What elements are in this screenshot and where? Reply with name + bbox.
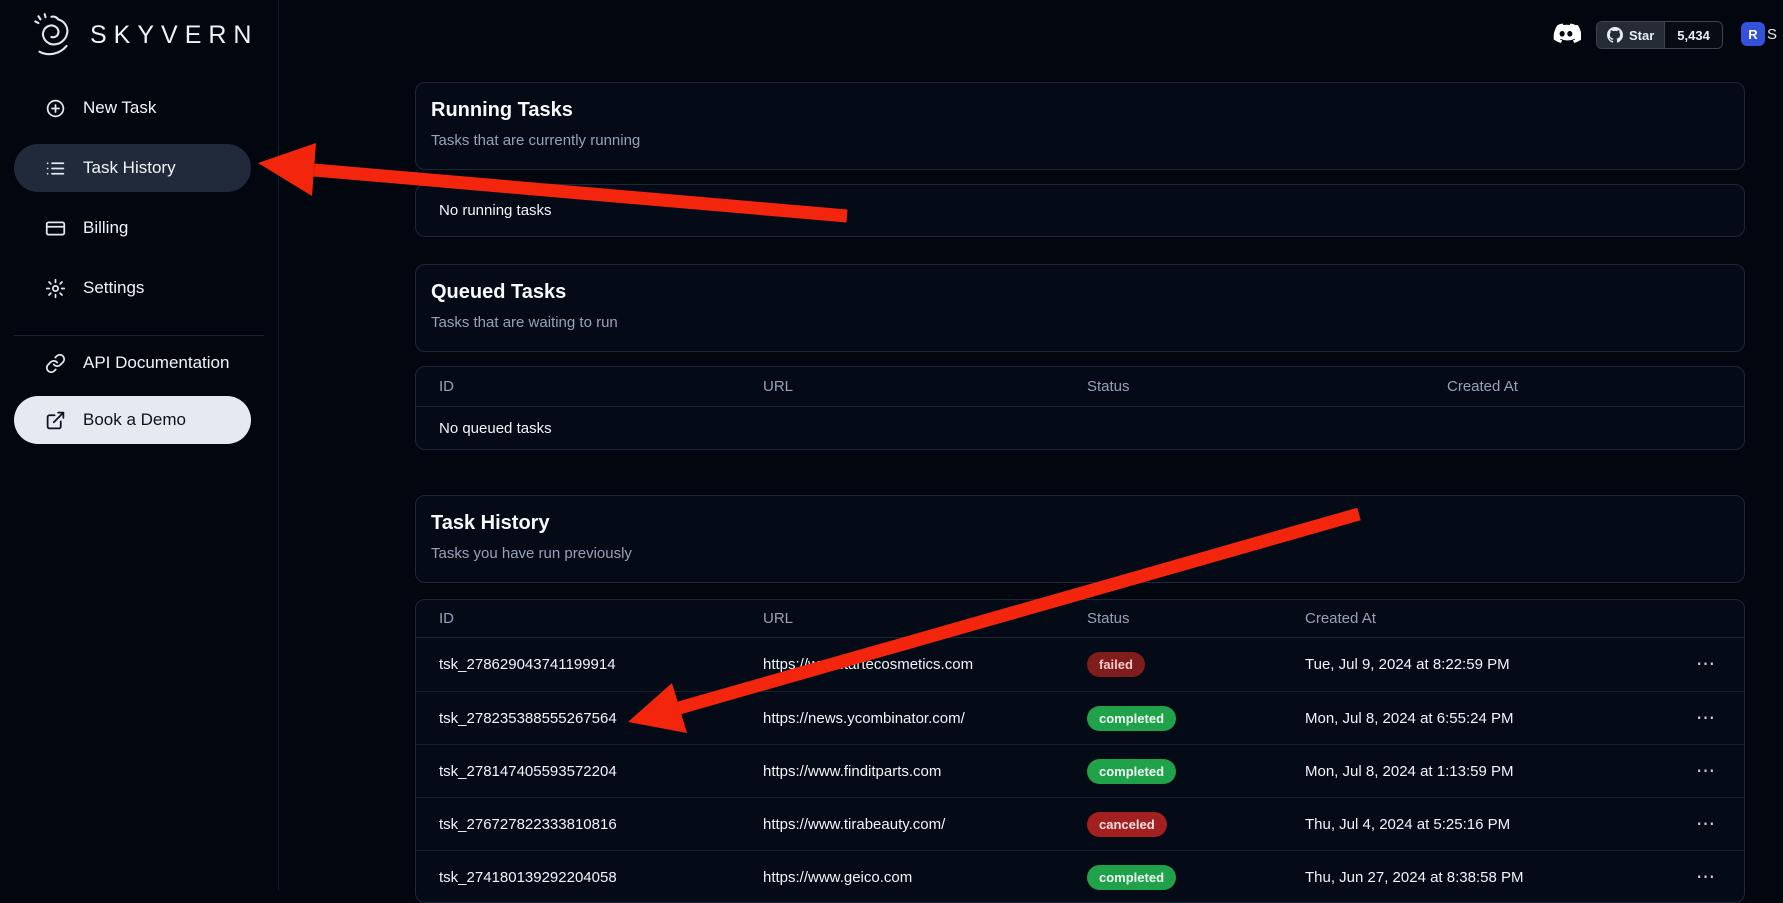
skyvern-dragon-icon	[28, 10, 78, 60]
plus-circle-icon	[45, 98, 66, 119]
skyvern-logo[interactable]: SKYVERN	[28, 10, 258, 60]
github-star-segment: Star	[1597, 22, 1664, 48]
task-created-at: Mon, Jul 8, 2024 at 6:55:24 PM	[1305, 710, 1661, 727]
discord-icon[interactable]	[1551, 20, 1581, 48]
queued-tasks-table-header: ID URL Status Created At	[416, 367, 1744, 407]
task-history-subtitle: Tasks you have run previously	[431, 545, 1729, 562]
row-actions-button[interactable]: ⋯	[1696, 762, 1716, 781]
task-id: tsk_278147405593572204	[439, 763, 763, 780]
task-url: https://www.geico.com	[763, 869, 1087, 886]
queued-tasks-title: Queued Tasks	[431, 281, 1729, 304]
task-id: tsk_278629043741199914	[439, 656, 763, 673]
task-created-at: Tue, Jul 9, 2024 at 8:22:59 PM	[1305, 656, 1661, 673]
task-id: tsk_274180139292204058	[439, 869, 763, 886]
row-actions-button[interactable]: ⋯	[1696, 709, 1716, 728]
sidebar-item-settings[interactable]: Settings	[14, 264, 251, 312]
sidebar-divider	[14, 335, 264, 336]
queued-tasks-header-card: Queued Tasks Tasks that are waiting to r…	[415, 264, 1745, 352]
sidebar-item-task-history[interactable]: Task History	[14, 144, 251, 192]
sidebar-item-label: Task History	[83, 158, 176, 178]
sidebar-item-billing[interactable]: Billing	[14, 204, 251, 252]
row-actions-button[interactable]: ⋯	[1696, 868, 1716, 887]
book-a-demo-button[interactable]: Book a Demo	[14, 396, 251, 444]
sidebar-item-new-task[interactable]: New Task	[14, 84, 251, 132]
link-icon	[45, 353, 66, 374]
status-badge: completed	[1087, 759, 1176, 784]
task-history-title: Task History	[431, 512, 1729, 535]
brand-name: SKYVERN	[90, 21, 258, 50]
column-header-created-at: Created At	[1447, 378, 1744, 395]
task-history-table-card: ID URL Status Created At tsk_27862904374…	[415, 599, 1745, 903]
list-icon	[45, 158, 66, 179]
running-tasks-subtitle: Tasks that are currently running	[431, 132, 1729, 149]
column-header-status: Status	[1087, 378, 1447, 395]
github-star-count: 5,434	[1664, 22, 1722, 48]
table-row[interactable]: tsk_278629043741199914 https://www.tarte…	[416, 638, 1744, 691]
column-header-status: Status	[1087, 610, 1305, 627]
column-header-url: URL	[763, 610, 1087, 627]
sidebar-item-api-documentation[interactable]: API Documentation	[14, 339, 251, 387]
user-name: S	[1767, 26, 1777, 43]
column-header-id: ID	[439, 610, 763, 627]
task-created-at: Thu, Jun 27, 2024 at 8:38:58 PM	[1305, 869, 1661, 886]
status-badge: completed	[1087, 706, 1176, 731]
sidebar-item-label: API Documentation	[83, 353, 229, 373]
task-created-at: Thu, Jul 4, 2024 at 5:25:16 PM	[1305, 816, 1661, 833]
user-avatar[interactable]: R	[1741, 22, 1765, 46]
task-url: https://news.ycombinator.com/	[763, 710, 1087, 727]
table-row[interactable]: tsk_278147405593572204 https://www.findi…	[416, 744, 1744, 797]
column-header-id: ID	[439, 378, 763, 395]
status-badge: canceled	[1087, 812, 1167, 837]
task-url: https://www.tartecosmetics.com	[763, 656, 1087, 673]
task-created-at: Mon, Jul 8, 2024 at 1:13:59 PM	[1305, 763, 1661, 780]
sidebar: SKYVERN New Task Task History Billing	[0, 0, 279, 890]
sidebar-item-label: Book a Demo	[83, 410, 186, 430]
app-root: SKYVERN New Task Task History Billing	[0, 0, 1783, 890]
topbar: Star 5,434 R S	[279, 0, 1783, 68]
credit-card-icon	[45, 218, 66, 239]
sidebar-item-label: Settings	[83, 278, 144, 298]
queued-tasks-empty-text: No queued tasks	[416, 407, 1744, 450]
sidebar-item-label: New Task	[83, 98, 156, 118]
running-tasks-title: Running Tasks	[431, 99, 1729, 122]
github-star-button[interactable]: Star 5,434	[1596, 21, 1723, 49]
task-history-header-card: Task History Tasks you have run previous…	[415, 495, 1745, 583]
sidebar-nav: New Task Task History Billing Settings	[14, 84, 251, 312]
github-icon	[1607, 27, 1623, 43]
running-tasks-header-card: Running Tasks Tasks that are currently r…	[415, 82, 1745, 170]
gear-icon	[45, 278, 66, 299]
table-row[interactable]: tsk_278235388555267564 https://news.ycom…	[416, 691, 1744, 744]
task-history-table-header: ID URL Status Created At	[416, 600, 1744, 638]
github-star-label: Star	[1629, 28, 1654, 43]
running-tasks-empty-text: No running tasks	[439, 202, 552, 219]
task-history-table-body: tsk_278629043741199914 https://www.tarte…	[416, 638, 1744, 903]
column-header-url: URL	[763, 378, 1087, 395]
status-badge: completed	[1087, 865, 1176, 890]
external-link-icon	[45, 410, 66, 431]
task-url: https://www.tirabeauty.com/	[763, 816, 1087, 833]
table-row[interactable]: tsk_274180139292204058 https://www.geico…	[416, 850, 1744, 903]
row-actions-button[interactable]: ⋯	[1696, 815, 1716, 834]
task-id: tsk_276727822333810816	[439, 816, 763, 833]
queued-tasks-table-card: ID URL Status Created At No queued tasks	[415, 366, 1745, 450]
sidebar-item-label: Billing	[83, 218, 128, 238]
queued-tasks-subtitle: Tasks that are waiting to run	[431, 314, 1729, 331]
running-tasks-empty-card: No running tasks	[415, 184, 1745, 237]
column-header-created-at: Created At	[1305, 610, 1661, 627]
row-actions-button[interactable]: ⋯	[1696, 655, 1716, 674]
task-url: https://www.finditparts.com	[763, 763, 1087, 780]
table-row[interactable]: tsk_276727822333810816 https://www.tirab…	[416, 797, 1744, 850]
task-id: tsk_278235388555267564	[439, 710, 763, 727]
sidebar-secondary-nav: API Documentation Book a Demo	[14, 339, 251, 444]
status-badge: failed	[1087, 652, 1145, 677]
